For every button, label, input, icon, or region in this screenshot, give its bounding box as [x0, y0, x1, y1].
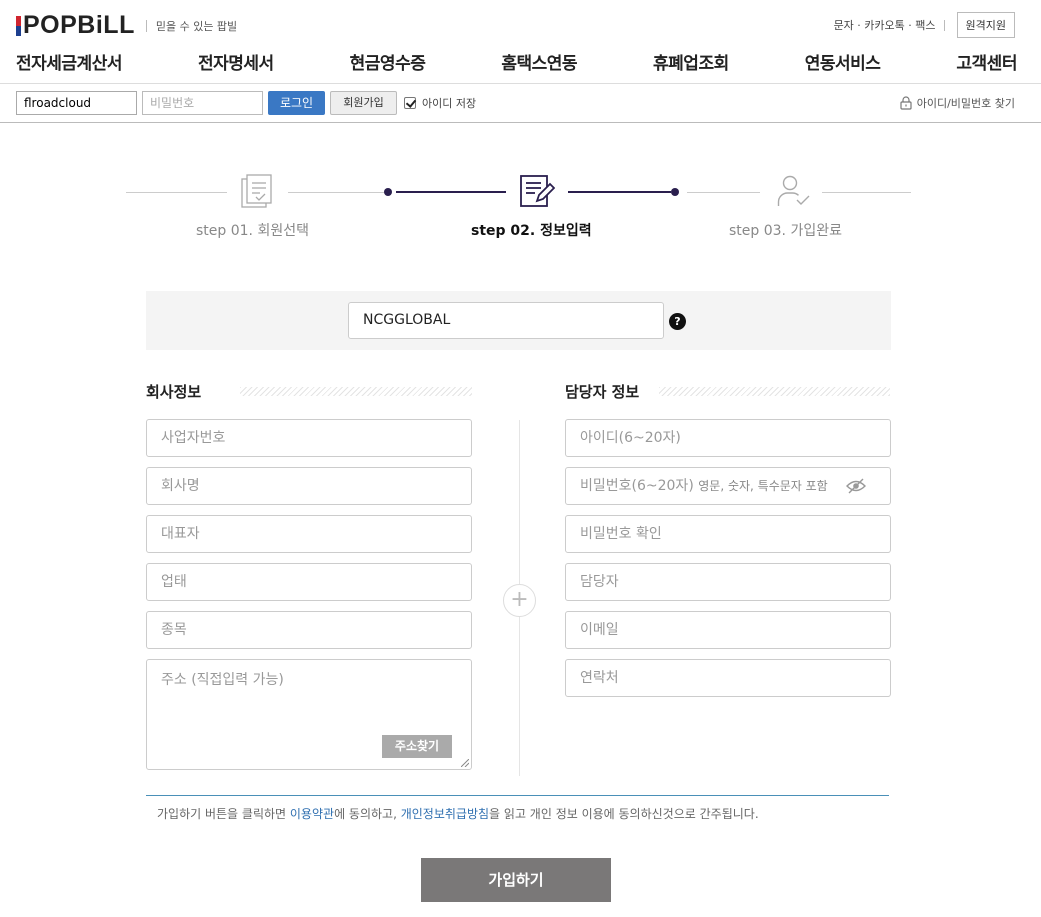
terms-notice: 가입하기 버튼을 클릭하면 이용약관에 동의하고, 개인정보취급방침을 읽고 개…: [157, 807, 759, 821]
plus-icon: +: [503, 584, 536, 617]
terms-link[interactable]: 이용약관: [290, 807, 334, 821]
step-line-active: [396, 191, 506, 193]
section-hatch: [240, 387, 472, 396]
logo-divider: [145, 19, 147, 32]
step-line: [687, 192, 760, 193]
address-search-button[interactable]: 주소찾기: [382, 735, 452, 758]
step-line: [288, 192, 384, 193]
privacy-policy-link[interactable]: 개인정보취급방침: [401, 807, 489, 821]
logo-text: POPBiLL: [23, 11, 135, 39]
partner-code-input[interactable]: NCGGLOBAL: [348, 302, 664, 339]
utility-menu: 문자 · 카카오톡 · 팩스 원격지원: [834, 12, 1015, 38]
section-hatch: [659, 387, 890, 396]
business-type-field[interactable]: 업태: [146, 563, 472, 601]
company-name-field[interactable]: 회사명: [146, 467, 472, 505]
login-id-input[interactable]: flroadcloud: [16, 91, 137, 115]
ceo-name-field[interactable]: 대표자: [146, 515, 472, 553]
logo-slogan: 믿을 수 있는 팝빌: [155, 19, 238, 33]
step-line: [126, 192, 227, 193]
phone-field[interactable]: 연락처: [565, 659, 891, 697]
contact-name-field[interactable]: 담당자: [565, 563, 891, 601]
lock-icon: [900, 96, 912, 110]
nav-item-cash-receipt[interactable]: 현금영수증: [350, 49, 426, 74]
resize-handle-icon[interactable]: [461, 759, 469, 767]
help-icon[interactable]: ?: [669, 313, 686, 330]
save-id-checkbox[interactable]: [404, 97, 416, 109]
contact-info-title: 담당자 정보: [565, 383, 640, 401]
user-check-icon: [777, 175, 810, 206]
form-bottom-line: [146, 795, 889, 796]
login-button[interactable]: 로그인: [268, 91, 325, 115]
step-line: [822, 192, 911, 193]
nav-item-customer-center[interactable]: 고객센터: [956, 49, 1017, 74]
step-2-label: step 02. 정보입력: [471, 223, 592, 239]
document-check-icon: [241, 174, 272, 208]
popbill-logo[interactable]: POPBiLL 믿을 수 있는 팝빌: [16, 11, 237, 40]
email-field[interactable]: 이메일: [565, 611, 891, 649]
find-account-link[interactable]: 아이디/비밀번호 찾기: [900, 95, 1015, 111]
save-id-label: 아이디 저장: [422, 97, 477, 110]
util-divider: [943, 19, 945, 31]
user-id-field[interactable]: 아이디(6~20자): [565, 419, 891, 457]
step-1-label: step 01. 회원선택: [196, 223, 309, 239]
signup-submit-button[interactable]: 가입하기: [421, 858, 611, 902]
nav-item-business-status[interactable]: 휴폐업조회: [653, 49, 729, 74]
password-placeholder: 비밀번호(6~20자): [580, 478, 694, 494]
remote-support-button[interactable]: 원격지원: [956, 12, 1015, 38]
util-links[interactable]: 문자 · 카카오톡 · 팩스: [834, 17, 936, 33]
step-dot: [671, 188, 679, 196]
logo-mark-icon: [16, 15, 21, 36]
nav-item-tax-invoice[interactable]: 전자세금계산서: [16, 49, 122, 74]
business-number-field[interactable]: 사업자번호: [146, 419, 472, 457]
save-id-option[interactable]: 아이디 저장: [404, 95, 476, 111]
find-account-label: 아이디/비밀번호 찾기: [916, 97, 1015, 110]
step-3-label: step 03. 가입완료: [729, 223, 842, 239]
nav-item-linked-service[interactable]: 연동서비스: [805, 49, 881, 74]
main-nav: 전자세금계산서 전자명세서 현금영수증 홈택스연동 휴폐업조회 연동서비스 고객…: [16, 49, 1017, 74]
login-password-input[interactable]: 비밀번호: [142, 91, 263, 115]
eye-off-icon[interactable]: [846, 478, 866, 494]
password-field[interactable]: 비밀번호(6~20자) 영문, 숫자, 특수문자 포함: [565, 467, 891, 505]
company-info-title: 회사정보: [146, 383, 202, 401]
password-hint: 영문, 숫자, 특수문자 포함: [698, 479, 828, 493]
join-button[interactable]: 회원가입: [330, 91, 397, 115]
step-line-active: [568, 191, 671, 193]
document-edit-icon: [520, 175, 555, 207]
password-confirm-field[interactable]: 비밀번호 확인: [565, 515, 891, 553]
nav-item-hometax[interactable]: 홈택스연동: [501, 49, 577, 74]
business-item-field[interactable]: 종목: [146, 611, 472, 649]
login-bar: flroadcloud 비밀번호 로그인 회원가입 아이디 저장 아이디/비밀번…: [0, 83, 1041, 123]
nav-item-statement[interactable]: 전자명세서: [198, 49, 274, 74]
step-dot: [384, 188, 392, 196]
